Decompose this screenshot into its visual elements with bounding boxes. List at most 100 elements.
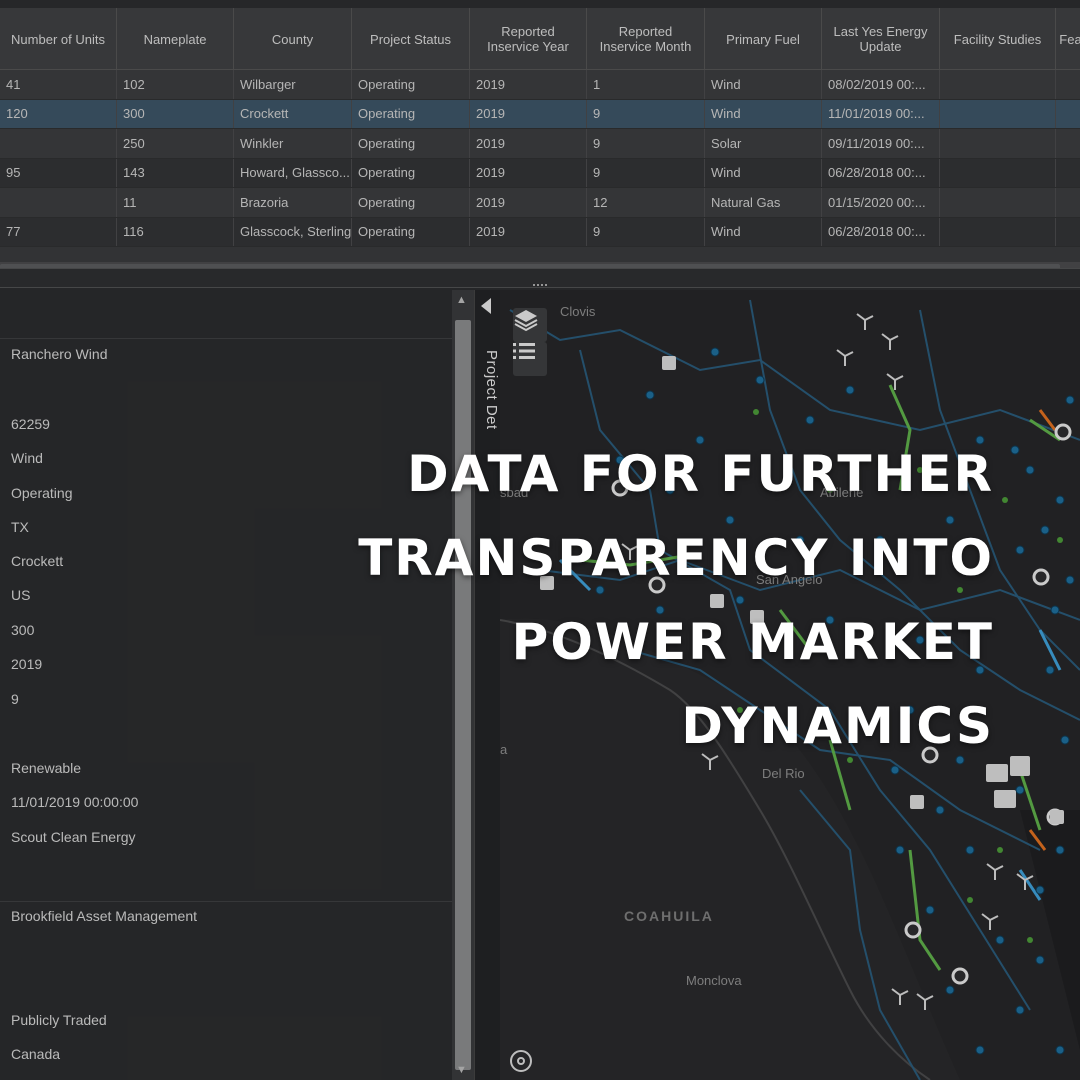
column-header[interactable]: Nameplate <box>117 8 234 70</box>
table-row[interactable]: 77 116 Glasscock, Sterling Operating 201… <box>0 217 1080 247</box>
column-header[interactable]: Project Status <box>352 8 470 70</box>
cell: 250 <box>117 129 234 158</box>
cell <box>1056 159 1080 188</box>
cell: 9 <box>587 217 705 246</box>
cell: 11 <box>117 188 234 217</box>
cell <box>940 70 1056 99</box>
cell: 300 <box>117 99 234 128</box>
owner-type: Publicly Traded <box>11 1012 107 1028</box>
column-header[interactable]: Primary Fuel <box>705 8 822 70</box>
project-county: Crockett <box>11 553 64 569</box>
project-fuel: Wind <box>11 450 43 466</box>
panel-splitter[interactable] <box>0 268 1080 288</box>
cell: Wind <box>705 70 822 99</box>
cell <box>1056 218 1080 247</box>
cell: 9 <box>587 99 705 128</box>
cell: Wind <box>705 217 822 246</box>
map-label-city: Clovis <box>560 304 596 319</box>
cell: 2019 <box>470 70 587 99</box>
column-header[interactable]: Last Yes Energy Update <box>822 8 940 70</box>
cell: Operating <box>352 188 470 217</box>
locate-icon[interactable] <box>510 1050 532 1072</box>
legend-list-button[interactable] <box>513 342 547 376</box>
cell: 77 <box>0 217 117 246</box>
column-header[interactable]: County <box>234 8 352 70</box>
headline: DATA FOR FURTHER TRANSPARENCY INTO POWER… <box>234 432 994 768</box>
cell: 11/01/2019 00:... <box>822 99 940 128</box>
cell <box>940 217 1056 246</box>
cell: 01/15/2020 00:... <box>822 188 940 217</box>
project-developer: Scout Clean Energy <box>11 829 136 845</box>
cell: 120 <box>0 99 117 128</box>
scroll-up-icon[interactable]: ▲ <box>456 294 467 306</box>
cell: Operating <box>352 129 470 158</box>
project-owner: Brookfield Asset Management <box>11 908 197 924</box>
project-category: Renewable <box>11 760 82 776</box>
map-label-city: Monclova <box>686 973 742 988</box>
headline-line: DATA FOR FURTHER <box>407 445 994 503</box>
table-row[interactable]: 95 143 Howard, Glassco... Operating 2019… <box>0 158 1080 188</box>
map-label-city: Del Rio <box>762 766 805 781</box>
cell: 9 <box>587 129 705 158</box>
cell: Glasscock, Sterling <box>234 217 352 246</box>
cell: Wind <box>705 99 822 128</box>
cell <box>940 129 1056 158</box>
layers-icon <box>514 310 538 332</box>
table-row-selected[interactable]: 120 300 Crockett Operating 2019 9 Wind 1… <box>0 99 1080 129</box>
table-row[interactable]: 11 Brazoria Operating 2019 12 Natural Ga… <box>0 188 1080 218</box>
tab-label: Project Det <box>483 350 500 430</box>
cell: Crockett <box>234 99 352 128</box>
headline-line: DYNAMICS <box>681 697 994 755</box>
cell: 2019 <box>470 217 587 246</box>
cell <box>1056 70 1080 99</box>
project-update: 11/01/2019 00:00:00 <box>11 794 139 810</box>
table-row[interactable]: 41 102 Wilbarger Operating 2019 1 Wind 0… <box>0 70 1080 100</box>
project-name: Ranchero Wind <box>11 346 108 362</box>
cell: Winkler <box>234 129 352 158</box>
cell <box>1056 129 1080 158</box>
results-table: Number of Units Nameplate County Project… <box>0 0 1080 276</box>
cell: 143 <box>117 158 234 187</box>
grip-icon[interactable] <box>533 284 547 288</box>
scroll-down-icon[interactable]: ▼ <box>456 1064 467 1076</box>
divider <box>0 338 452 339</box>
cell: 41 <box>0 70 117 99</box>
project-state: TX <box>11 519 29 535</box>
column-header[interactable]: Reported Inservice Year <box>470 8 587 70</box>
cell <box>940 158 1056 187</box>
cell <box>940 188 1056 217</box>
cell: Natural Gas <box>705 188 822 217</box>
column-header[interactable]: Number of Units <box>0 8 117 70</box>
project-status: Operating <box>11 485 73 501</box>
project-nameplate: 300 <box>11 622 35 638</box>
cell: Operating <box>352 70 470 99</box>
cell <box>0 129 117 158</box>
collapse-arrow-icon[interactable] <box>481 298 491 314</box>
column-header[interactable]: Reported Inservice Month <box>587 8 705 70</box>
table-body: 41 102 Wilbarger Operating 2019 1 Wind 0… <box>0 70 1080 247</box>
column-header[interactable]: Facility Studies <box>940 8 1056 70</box>
cell: 08/02/2019 00:... <box>822 70 940 99</box>
cell: 116 <box>117 217 234 246</box>
list-icon <box>513 343 535 359</box>
project-country: US <box>11 587 31 603</box>
cell: 2019 <box>470 99 587 128</box>
cell: 09/11/2019 00:... <box>822 129 940 158</box>
table-header: Number of Units Nameplate County Project… <box>0 8 1080 70</box>
cell: 9 <box>587 158 705 187</box>
table-row[interactable]: 250 Winkler Operating 2019 9 Solar 09/11… <box>0 129 1080 159</box>
layers-button[interactable] <box>513 308 547 342</box>
column-header[interactable]: Fea <box>1056 8 1080 70</box>
project-year: 2019 <box>11 656 43 672</box>
cell: Operating <box>352 99 470 128</box>
cell <box>1056 188 1080 217</box>
cell: 2019 <box>470 129 587 158</box>
cell: Wind <box>705 158 822 187</box>
cell: 2019 <box>470 158 587 187</box>
cell: Wilbarger <box>234 70 352 99</box>
cell: Solar <box>705 129 822 158</box>
project-id: 62259 <box>11 416 50 432</box>
cell: 95 <box>0 158 117 187</box>
cell: 06/28/2018 00:... <box>822 158 940 187</box>
cell: 06/28/2018 00:... <box>822 217 940 246</box>
